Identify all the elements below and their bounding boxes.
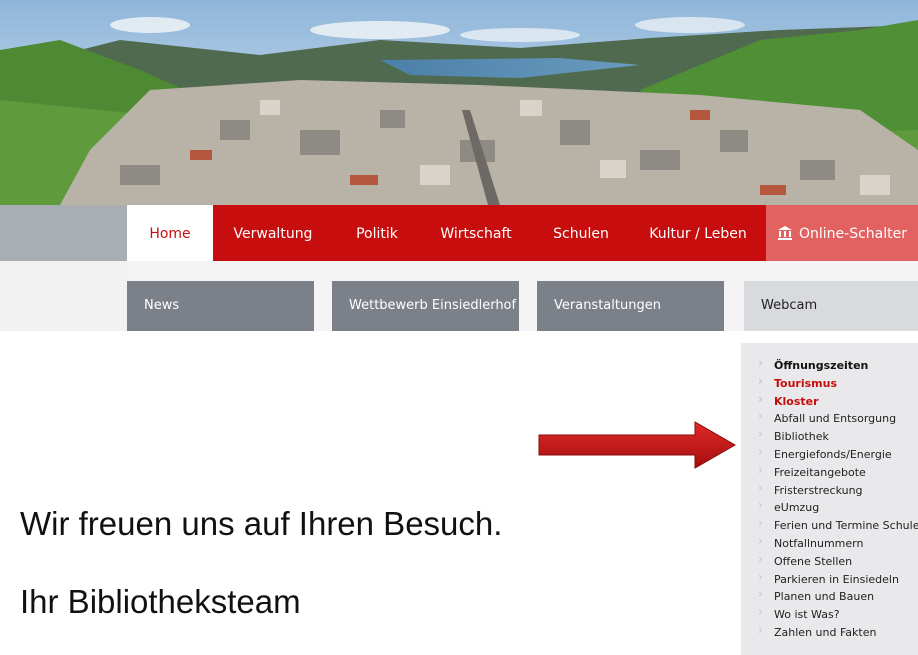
nav-home[interactable]: Home	[127, 205, 213, 263]
chevron-right-icon: ›	[758, 391, 763, 406]
red-arrow-icon	[538, 421, 737, 469]
chevron-right-icon: ›	[758, 587, 763, 602]
main-nav: Home Verwaltung Politik Wirtschaft Schul…	[0, 205, 918, 263]
nav-kultur-leben[interactable]: Kultur / Leben	[642, 205, 754, 261]
chevron-right-icon: ›	[758, 498, 763, 513]
chevron-right-icon: ›	[758, 516, 763, 531]
online-schalter-label: Online-Schalter	[799, 226, 907, 242]
side-menu-item[interactable]: › eUmzug	[741, 498, 918, 517]
side-menu-item[interactable]: › Ferien und Termine Schulen	[741, 516, 918, 535]
side-menu-item[interactable]: › Wo ist Was?	[741, 605, 918, 624]
subnav-veranstaltungen[interactable]: Veranstaltungen	[537, 281, 724, 331]
subnav-spacer	[0, 261, 127, 331]
nav-wirtschaft[interactable]: Wirtschaft	[432, 205, 520, 261]
side-menu-item[interactable]: › Freizeitangebote	[741, 462, 918, 482]
nav-schulen[interactable]: Schulen	[545, 205, 617, 261]
side-menu-item[interactable]: › Planen und Bauen	[741, 587, 918, 606]
chevron-right-icon: ›	[758, 533, 763, 548]
chevron-right-icon: ›	[758, 605, 763, 620]
building-columns-icon	[778, 226, 792, 240]
side-menu-item[interactable]: › Notfallnummern	[741, 533, 918, 553]
online-schalter-button[interactable]: Online-Schalter	[766, 205, 918, 261]
nav-politik[interactable]: Politik	[343, 205, 411, 261]
chevron-right-icon: ›	[758, 427, 763, 442]
nav-spacer	[0, 205, 127, 261]
side-menu-item[interactable]: › Tourismus	[741, 373, 918, 393]
subnav-news[interactable]: News	[127, 281, 314, 331]
banner-image	[0, 0, 918, 205]
chevron-right-icon: ›	[758, 480, 763, 495]
subnav-wettbewerb[interactable]: Wettbewerb Einsiedlerhof	[332, 281, 519, 331]
side-menu-item[interactable]: › Zahlen und Fakten	[741, 622, 918, 642]
chevron-right-icon: ›	[758, 622, 763, 637]
chevron-right-icon: ›	[758, 356, 763, 370]
side-menu-item[interactable]: › Abfall und Entsorgung	[741, 409, 918, 428]
side-menu-item[interactable]: › Energiefonds/Energie	[741, 444, 918, 464]
side-menu-item[interactable]: › Fristerstreckung	[741, 480, 918, 500]
chevron-right-icon: ›	[758, 444, 763, 459]
subnav-webcam[interactable]: Webcam	[744, 281, 918, 331]
chevron-right-icon: ›	[758, 409, 763, 424]
side-menu-item[interactable]: › Bibliothek	[741, 427, 918, 446]
chevron-right-icon: ›	[758, 462, 763, 477]
chevron-right-icon: ›	[758, 551, 763, 566]
side-menu: › Öffnungszeiten › Tourismus › Kloster › Abf…	[741, 343, 918, 655]
message-line-1: Wir freuen uns auf Ihren Besuch.	[20, 505, 503, 542]
chevron-right-icon: ›	[758, 373, 763, 388]
side-menu-item[interactable]: › Öffnungszeiten	[741, 356, 918, 375]
side-menu-item[interactable]: › Kloster	[741, 391, 918, 411]
message-line-2: Ihr Bibliotheksteam	[20, 583, 301, 620]
chevron-right-icon: ›	[758, 569, 763, 584]
side-menu-item[interactable]: › Parkieren in Einsiedeln	[741, 569, 918, 589]
nav-verwaltung[interactable]: Verwaltung	[226, 205, 320, 261]
side-menu-item[interactable]: › Offene Stellen	[741, 551, 918, 571]
